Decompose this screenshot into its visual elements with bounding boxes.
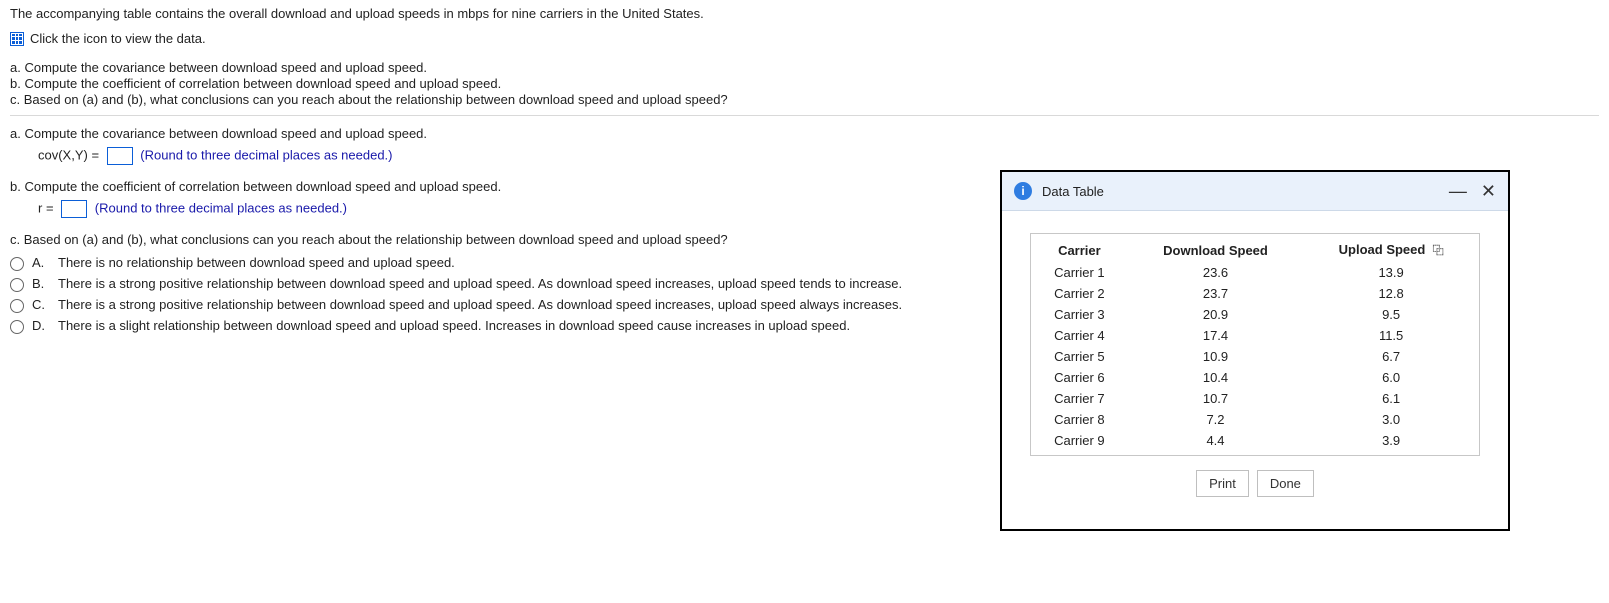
table-row: Carrier 87.23.0 — [1031, 409, 1479, 430]
option-text: There is a slight relationship between d… — [58, 318, 850, 333]
option-label: D. — [32, 318, 50, 333]
done-button[interactable]: Done — [1257, 470, 1314, 497]
option-text: There is a strong positive relationship … — [58, 297, 902, 312]
table-row: Carrier 223.712.8 — [1031, 283, 1479, 304]
radio-icon[interactable] — [10, 257, 24, 271]
option-text: There is a strong positive relationship … — [58, 276, 902, 291]
table-row: Carrier 710.76.1 — [1031, 388, 1479, 409]
radio-icon[interactable] — [10, 278, 24, 292]
col-carrier: Carrier — [1031, 238, 1128, 262]
data-table-icon[interactable] — [10, 32, 24, 46]
subpart-b: b. Compute the coefficient of correlatio… — [10, 76, 1599, 91]
cov-hint: (Round to three decimal places as needed… — [140, 147, 392, 162]
r-lhs: r = — [38, 200, 54, 215]
part-a-equation: cov(X,Y) = (Round to three decimal place… — [38, 147, 1599, 165]
table-wrap: Carrier Download Speed Upload Speed ⿻ Ca… — [1030, 233, 1480, 456]
table-header-row: Carrier Download Speed Upload Speed ⿻ — [1031, 238, 1479, 262]
print-button[interactable]: Print — [1196, 470, 1249, 497]
dialog-body: Carrier Download Speed Upload Speed ⿻ Ca… — [1002, 211, 1508, 529]
intro-text: The accompanying table contains the over… — [10, 6, 1599, 21]
option-label: B. — [32, 276, 50, 291]
dialog-footer: Print Done — [1030, 456, 1480, 515]
table-row: Carrier 94.43.9 — [1031, 430, 1479, 451]
option-label: A. — [32, 255, 50, 270]
table-row: Carrier 610.46.0 — [1031, 367, 1479, 388]
info-icon: i — [1014, 182, 1032, 200]
subpart-c: c. Based on (a) and (b), what conclusion… — [10, 92, 1599, 107]
subpart-a: a. Compute the covariance between downlo… — [10, 60, 1599, 75]
divider — [10, 115, 1599, 116]
table-row: Carrier 510.96.7 — [1031, 346, 1479, 367]
option-text: There is no relationship between downloa… — [58, 255, 455, 270]
dialog-header: i Data Table — ✕ — [1002, 172, 1508, 211]
close-icon[interactable]: ✕ — [1481, 182, 1496, 200]
r-hint: (Round to three decimal places as needed… — [95, 200, 347, 215]
table-row: Carrier 417.411.5 — [1031, 325, 1479, 346]
copy-icon[interactable]: ⿻ — [1433, 245, 1444, 257]
dialog-title: Data Table — [1042, 184, 1104, 199]
radio-icon[interactable] — [10, 299, 24, 313]
radio-icon[interactable] — [10, 320, 24, 334]
view-data-row: Click the icon to view the data. — [10, 31, 1599, 46]
cov-lhs: cov(X,Y) = — [38, 147, 99, 162]
data-table: Carrier Download Speed Upload Speed ⿻ Ca… — [1031, 238, 1479, 451]
table-body: Carrier 123.613.9 Carrier 223.712.8 Carr… — [1031, 262, 1479, 451]
view-data-text[interactable]: Click the icon to view the data. — [30, 31, 206, 46]
subparts-list: a. Compute the covariance between downlo… — [10, 60, 1599, 107]
col-upload: Upload Speed ⿻ — [1303, 238, 1479, 262]
data-table-dialog: i Data Table — ✕ Carrier Download Speed … — [1000, 170, 1510, 531]
col-download: Download Speed — [1128, 238, 1303, 262]
table-row: Carrier 123.613.9 — [1031, 262, 1479, 283]
cov-input[interactable] — [107, 147, 133, 165]
part-a-prompt: a. Compute the covariance between downlo… — [10, 126, 1599, 141]
r-input[interactable] — [61, 200, 87, 218]
option-label: C. — [32, 297, 50, 312]
minimize-icon[interactable]: — — [1449, 182, 1467, 200]
table-row: Carrier 320.99.5 — [1031, 304, 1479, 325]
